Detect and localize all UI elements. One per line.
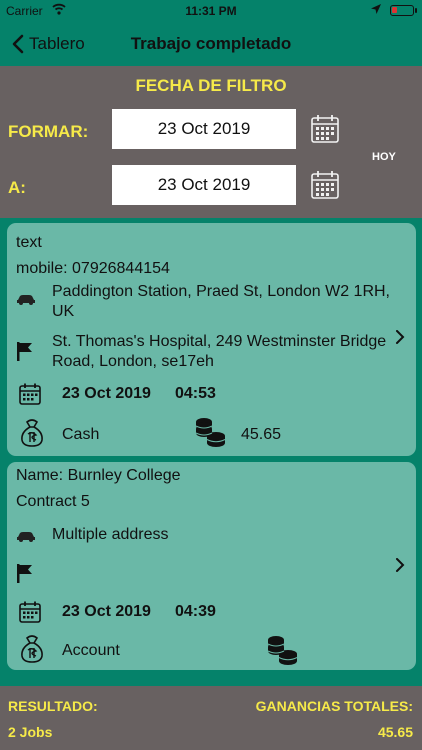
to-date-field[interactable]: 23 Oct 2019 xyxy=(112,165,296,205)
today-button[interactable]: HOY xyxy=(372,151,396,163)
money-bag-icon xyxy=(21,635,43,663)
calendar-icon xyxy=(19,601,41,623)
job-time: 04:39 xyxy=(175,603,216,620)
date-filter-panel: FECHA DE FILTRO FORMAR: 23 Oct 2019 A: 2… xyxy=(0,66,422,218)
earnings-value: 45.65 xyxy=(377,724,413,740)
battery-icon xyxy=(390,5,417,16)
job-list: text mobile: 07926844154 Paddington Stat… xyxy=(0,218,422,686)
result-value: 2 Jobs xyxy=(8,724,53,740)
pickup-address: Multiple address xyxy=(52,526,169,543)
location-arrow-icon xyxy=(371,4,381,14)
car-icon xyxy=(17,295,35,305)
flag-icon xyxy=(17,564,32,583)
job-line-2: Contract 5 xyxy=(16,493,90,510)
payment-method: Cash xyxy=(62,426,100,443)
flag-icon xyxy=(17,342,32,361)
coins-icon xyxy=(267,636,298,665)
money-bag-icon xyxy=(21,419,43,447)
job-line-1: Name: Burnley College xyxy=(16,467,181,484)
chevron-right-icon[interactable] xyxy=(395,558,405,572)
page-title: Trabajo completado xyxy=(130,34,292,53)
summary-footer: RESULTADO: 2 Jobs GANANCIAS TOTALES: 45.… xyxy=(0,686,422,750)
filter-title: FECHA DE FILTRO xyxy=(135,76,287,95)
from-calendar-icon[interactable] xyxy=(310,114,340,144)
to-label: A: xyxy=(8,178,26,197)
job-time: 04:53 xyxy=(175,385,216,402)
payment-method: Account xyxy=(62,642,120,659)
to-calendar-icon[interactable] xyxy=(310,170,340,200)
from-label: FORMAR: xyxy=(8,122,89,141)
job-date: 23 Oct 2019 xyxy=(62,385,151,402)
calendar-icon xyxy=(19,383,41,405)
job-date: 23 Oct 2019 xyxy=(62,603,151,620)
status-time: 11:31 PM xyxy=(185,4,237,18)
job-amount: 45.65 xyxy=(241,426,282,443)
job-line-2: mobile: 07926844154 xyxy=(16,260,170,277)
pickup-address: Paddington Station, Praed St, London W2 … xyxy=(52,283,390,320)
result-label: RESULTADO: xyxy=(8,698,98,714)
coins-icon xyxy=(195,418,226,447)
car-icon xyxy=(17,532,35,542)
top-bar: Carrier 11:31 PM Tablero Trabajo complet… xyxy=(0,0,422,66)
dropoff-address: St. Thomas's Hospital, 249 Westminster B… xyxy=(52,333,387,370)
earnings-label: GANANCIAS TOTALES: xyxy=(255,698,413,714)
from-date-field[interactable]: 23 Oct 2019 xyxy=(112,109,296,149)
job-card[interactable]: Name: Burnley College Contract 5 Multipl… xyxy=(7,462,416,670)
chevron-right-icon[interactable] xyxy=(395,330,405,344)
job-line-1: text xyxy=(16,234,42,251)
job-card[interactable]: text mobile: 07926844154 Paddington Stat… xyxy=(7,223,416,456)
status-bar: Carrier 11:31 PM xyxy=(0,0,422,22)
